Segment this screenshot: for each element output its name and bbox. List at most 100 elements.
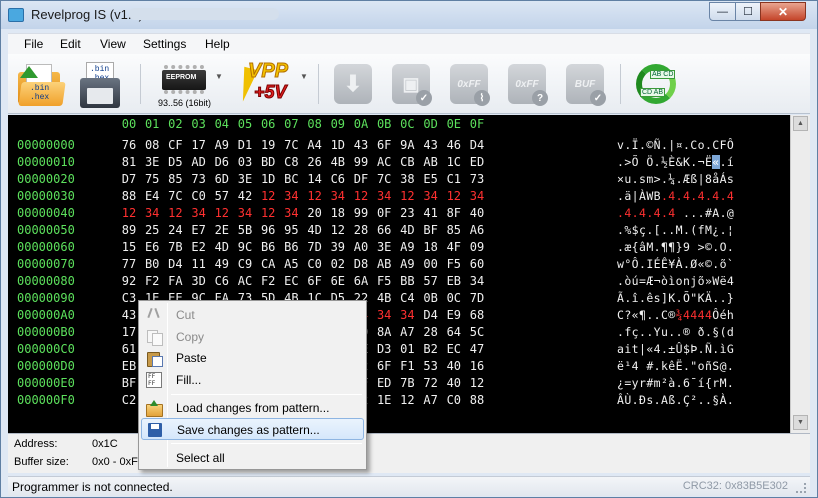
hex-byte[interactable]: 66 <box>371 223 397 237</box>
hex-byte[interactable]: 85 <box>162 172 188 186</box>
hex-byte[interactable]: 99 <box>348 155 374 169</box>
hex-byte[interactable]: B6 <box>278 240 304 254</box>
hex-byte[interactable]: 5C <box>464 325 490 339</box>
minimize-button[interactable]: — <box>709 2 736 21</box>
hex-byte[interactable]: 12 <box>162 206 188 220</box>
ascii-row[interactable]: ÂÙ.Ðs.Aß.Ç²..§À. <box>617 393 734 407</box>
hex-byte[interactable]: 85 <box>441 223 467 237</box>
hex-byte[interactable]: AC <box>232 274 258 288</box>
menu-item-select-all[interactable]: Select all <box>141 447 364 469</box>
menu-item-copy[interactable]: Copy <box>141 326 364 348</box>
hex-byte[interactable]: 8A <box>371 325 397 339</box>
hex-byte[interactable]: 88 <box>464 393 490 407</box>
hex-byte[interactable]: 34 <box>278 189 304 203</box>
hex-byte[interactable]: A9 <box>394 257 420 271</box>
hex-byte[interactable]: 40 <box>441 376 467 390</box>
ascii-row[interactable]: ait|«4.±Û$Þ.Ñ.ìG <box>617 342 734 356</box>
hex-byte[interactable]: E7 <box>186 223 212 237</box>
hex-byte[interactable]: 46 <box>441 138 467 152</box>
maximize-button[interactable]: ☐ <box>735 2 761 21</box>
hex-byte[interactable]: F5 <box>371 274 397 288</box>
menu-edit[interactable]: Edit <box>60 37 81 51</box>
hex-byte[interactable]: A9 <box>394 240 420 254</box>
hex-byte[interactable]: 6F <box>371 359 397 373</box>
hex-byte[interactable]: 88 <box>116 189 142 203</box>
vpp-voltage-button[interactable]: VPP +5V <box>234 60 294 106</box>
hex-byte[interactable]: CF <box>162 138 188 152</box>
hex-byte[interactable]: 34 <box>371 189 397 203</box>
hex-byte[interactable]: 4D <box>394 223 420 237</box>
menu-help[interactable]: Help <box>205 37 230 51</box>
hex-byte[interactable]: 1C <box>441 155 467 169</box>
menu-item-cut[interactable]: Cut <box>141 304 364 326</box>
verify-buffer-button[interactable]: BUF ✓ <box>566 64 606 106</box>
hex-byte[interactable]: B6 <box>255 240 281 254</box>
hex-byte[interactable]: E4 <box>139 189 165 203</box>
hex-byte[interactable]: F2 <box>255 274 281 288</box>
hex-byte[interactable]: 12 <box>441 189 467 203</box>
hex-byte[interactable]: AB <box>418 155 444 169</box>
hex-byte[interactable]: 4F <box>441 240 467 254</box>
hex-byte[interactable]: 25 <box>139 223 165 237</box>
hex-byte[interactable]: 15 <box>116 240 142 254</box>
hex-byte[interactable]: 03 <box>232 155 258 169</box>
hex-byte[interactable]: 17 <box>186 138 212 152</box>
hex-byte[interactable]: 53 <box>418 359 444 373</box>
hex-byte[interactable]: 12 <box>209 206 235 220</box>
hex-byte[interactable]: 96 <box>255 223 281 237</box>
ascii-row[interactable]: ë¹4 #.kêË."oñS@. <box>617 359 734 373</box>
menu-item-load-pattern[interactable]: Load changes from pattern... <box>141 397 364 419</box>
hex-byte[interactable]: 16 <box>464 359 490 373</box>
hex-grid[interactable]: 00 01 02 03 04 05 06 07 08 09 0A 0B 0C 0D 0E 0F 00000000… <box>8 115 790 433</box>
hex-byte[interactable]: 34 <box>418 189 444 203</box>
hex-byte[interactable]: 73 <box>186 172 212 186</box>
scroll-down-button[interactable]: ▼ <box>793 415 808 430</box>
hex-byte[interactable]: 8F <box>441 206 467 220</box>
hex-byte[interactable]: 6F <box>302 274 328 288</box>
hex-byte[interactable]: B2 <box>418 342 444 356</box>
ascii-row[interactable]: .òú=Æ¬òìonjõ»Wë4 <box>617 274 734 288</box>
hex-byte[interactable]: E6 <box>139 240 165 254</box>
hex-byte[interactable]: 3E <box>371 240 397 254</box>
hex-byte[interactable]: 1D <box>255 172 281 186</box>
ascii-row[interactable]: .>Õ Ö.½È&K.¬Ë«.í <box>617 155 734 169</box>
hex-byte[interactable]: 0C <box>441 291 467 305</box>
hex-byte[interactable]: 43 <box>418 138 444 152</box>
hex-byte[interactable]: 5B <box>232 223 258 237</box>
hex-byte[interactable]: 7C <box>371 172 397 186</box>
hex-byte[interactable]: 47 <box>464 342 490 356</box>
ascii-row[interactable]: Ã.î.ês]K.Õ"KÄ..} <box>617 291 734 305</box>
hex-byte[interactable]: 12 <box>325 223 351 237</box>
hex-byte[interactable]: F5 <box>441 257 467 271</box>
hex-byte[interactable]: 99 <box>348 206 374 220</box>
hex-byte[interactable]: 60 <box>464 257 490 271</box>
hex-byte[interactable]: ED <box>371 376 397 390</box>
hex-byte[interactable]: B0 <box>139 257 165 271</box>
hex-byte[interactable]: 42 <box>232 189 258 203</box>
hex-byte[interactable]: 41 <box>418 206 444 220</box>
chip-dropdown-icon[interactable]: ▼ <box>215 72 223 81</box>
hex-byte[interactable]: BD <box>255 155 281 169</box>
write-chip-button[interactable]: ▣ ✓ <box>392 64 432 106</box>
hex-byte[interactable]: 28 <box>348 223 374 237</box>
hex-byte[interactable]: 39 <box>325 240 351 254</box>
hex-byte[interactable]: E9 <box>441 308 467 322</box>
hex-byte[interactable]: 3E <box>139 155 165 169</box>
hex-byte[interactable]: 7B <box>394 376 420 390</box>
hex-byte[interactable]: CB <box>394 155 420 169</box>
hex-byte[interactable]: A7 <box>394 325 420 339</box>
hex-byte[interactable]: EC <box>441 342 467 356</box>
hex-byte[interactable]: 3D <box>186 274 212 288</box>
hex-byte[interactable]: 0F <box>371 206 397 220</box>
hex-byte[interactable]: 6E <box>325 274 351 288</box>
hex-byte[interactable]: 95 <box>278 223 304 237</box>
hex-byte[interactable]: F1 <box>394 359 420 373</box>
hex-byte[interactable]: 20 <box>302 206 328 220</box>
ascii-row[interactable]: ¿=yr#m²à.6¯í{rM. <box>617 376 734 390</box>
hex-byte[interactable]: A9 <box>209 138 235 152</box>
ascii-row[interactable]: .ä|ÀWB.4.4.4.4.4 <box>617 189 734 203</box>
hex-byte[interactable]: 26 <box>302 155 328 169</box>
hex-byte[interactable]: 11 <box>186 257 212 271</box>
read-chip-button[interactable]: ⬇ <box>334 64 372 104</box>
hex-byte[interactable]: 01 <box>394 342 420 356</box>
